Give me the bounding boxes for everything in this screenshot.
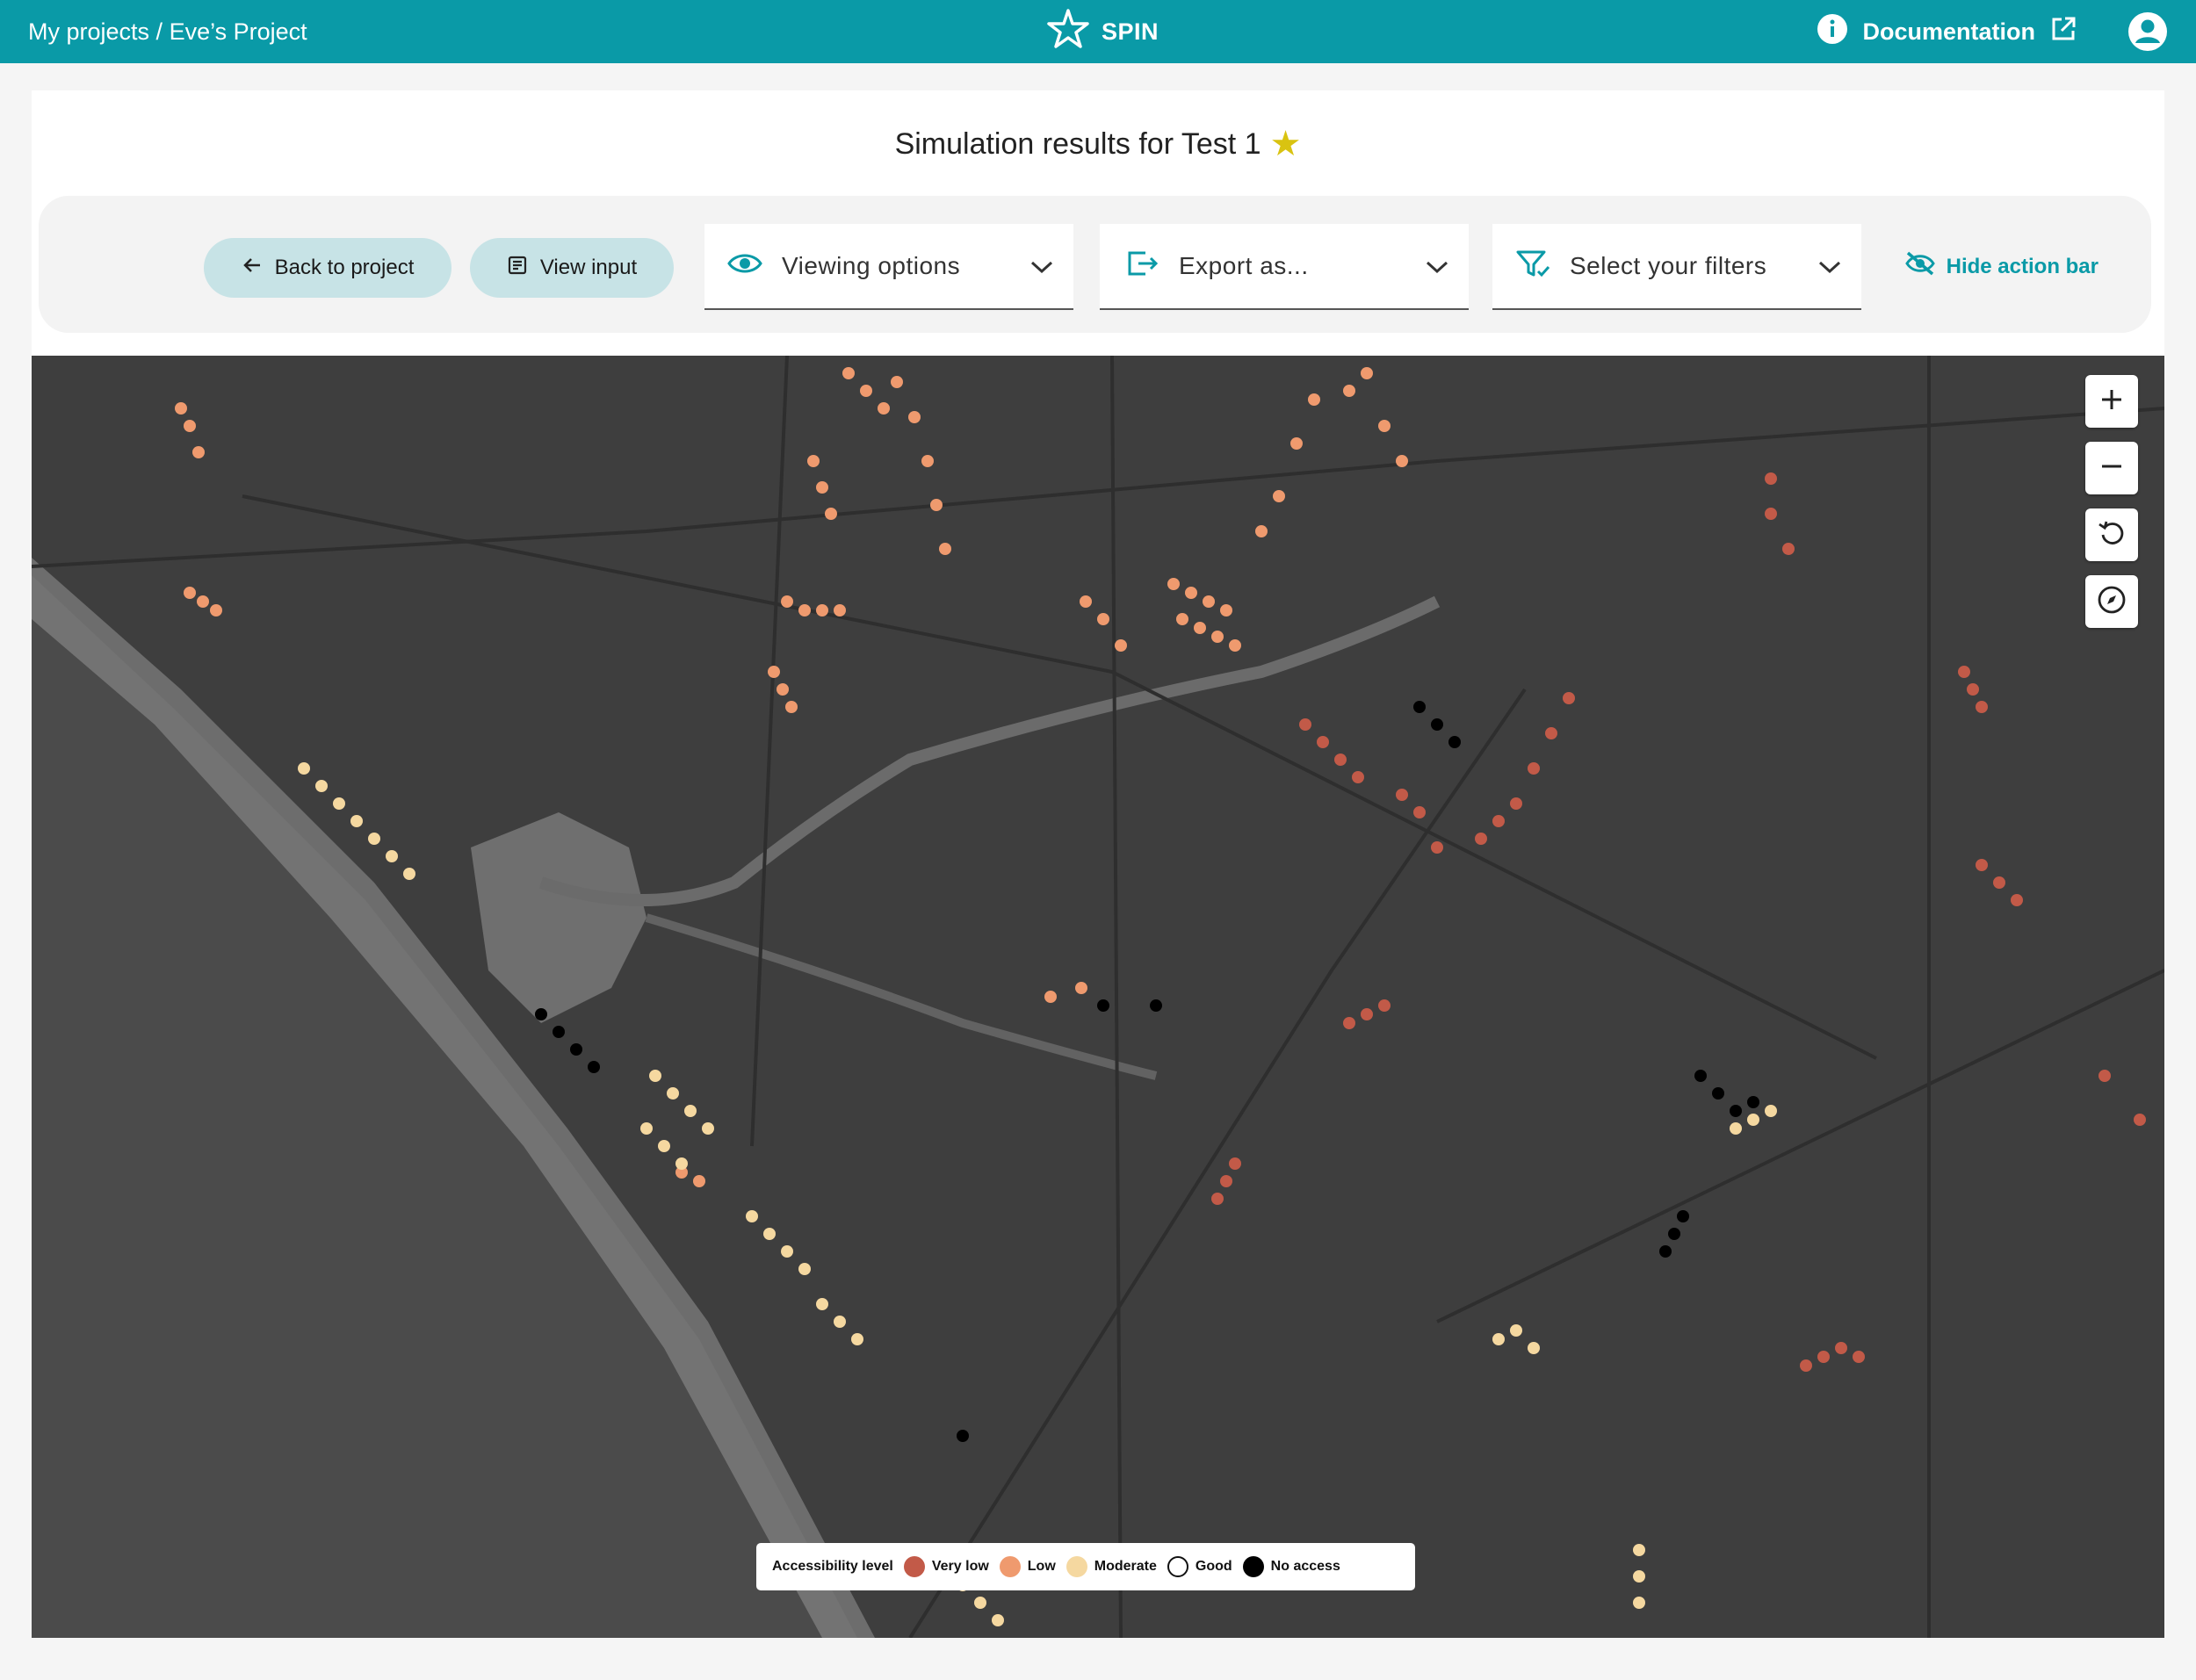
legend-label: Low	[1027, 1559, 1056, 1574]
export-dropdown[interactable]: Export as...	[1100, 224, 1469, 310]
map-view[interactable]: Accessibility level Very low Low Moderat…	[32, 356, 2164, 1638]
account-button[interactable]	[2127, 11, 2168, 52]
legend-swatch	[1065, 1556, 1087, 1577]
filter-check-icon	[1515, 249, 1550, 285]
legend-swatch	[903, 1556, 925, 1577]
reset-rotation-button[interactable]	[2085, 508, 2138, 561]
breadcrumb-separator: /	[149, 18, 170, 45]
plus-icon	[2098, 386, 2125, 417]
arrow-left-icon	[242, 255, 263, 282]
legend-label: Very low	[931, 1559, 989, 1574]
back-to-project-label: Back to project	[274, 256, 415, 279]
page-title-row: Simulation results for Test 1 ★	[32, 124, 2164, 164]
chevron-down-icon	[1029, 254, 1054, 282]
user-avatar-icon	[2127, 12, 2168, 55]
legend-item-low: Low	[999, 1556, 1056, 1577]
breadcrumb-current: Eve’s Project	[169, 18, 307, 45]
eye-off-icon	[1904, 250, 1936, 283]
chevron-down-icon	[1425, 254, 1449, 282]
action-bar: Back to project View input Viewing optio…	[39, 196, 2151, 333]
legend-swatch	[1167, 1556, 1188, 1577]
map-legend: Accessibility level Very low Low Moderat…	[756, 1543, 1415, 1590]
hide-action-bar-button[interactable]: Hide action bar	[1904, 250, 2098, 283]
zoom-in-button[interactable]	[2085, 375, 2138, 428]
documentation-link[interactable]: Documentation	[1817, 0, 2077, 63]
documentation-label: Documentation	[1862, 18, 2035, 45]
zoom-out-button[interactable]	[2085, 442, 2138, 494]
back-to-project-button[interactable]: Back to project	[204, 238, 451, 298]
compass-icon	[2097, 585, 2127, 619]
spin-logo-icon	[1045, 8, 1091, 55]
brand-name: SPIN	[1102, 18, 1159, 45]
rotate-icon	[2097, 518, 2127, 552]
legend-label: No access	[1270, 1559, 1340, 1574]
breadcrumb-my-projects[interactable]: My projects	[28, 18, 149, 45]
page-title: Simulation results for Test 1	[894, 127, 1261, 161]
export-label: Export as...	[1179, 252, 1309, 279]
view-input-label: View input	[539, 256, 638, 279]
breadcrumb: My projects / Eve’s Project	[28, 0, 307, 63]
app-logo[interactable]: SPIN	[1045, 0, 1159, 63]
external-link-icon	[2049, 15, 2077, 49]
legend-item-moderate: Moderate	[1065, 1556, 1157, 1577]
minus-icon	[2098, 453, 2125, 484]
chevron-down-icon	[1817, 254, 1842, 282]
eye-icon	[727, 250, 762, 283]
hide-action-bar-label: Hide action bar	[1946, 254, 2098, 278]
favorite-star-icon[interactable]: ★	[1270, 125, 1302, 163]
legend-title: Accessibility level	[772, 1559, 893, 1574]
view-input-button[interactable]: View input	[470, 238, 674, 298]
info-icon	[1817, 13, 1848, 51]
filters-label: Select your filters	[1570, 252, 1767, 279]
legend-swatch	[999, 1556, 1021, 1577]
legend-item-very-low: Very low	[903, 1556, 989, 1577]
legend-label: Moderate	[1094, 1559, 1157, 1574]
results-panel: Simulation results for Test 1 ★ Back to p…	[32, 90, 2164, 1638]
accessibility-points-layer	[175, 367, 2146, 1626]
legend-swatch	[1242, 1556, 1264, 1577]
compass-button[interactable]	[2085, 575, 2138, 628]
legend-item-good: Good	[1167, 1556, 1232, 1577]
filters-dropdown[interactable]: Select your filters	[1492, 224, 1861, 310]
top-bar: My projects / Eve’s Project SPIN Documen…	[0, 0, 2196, 63]
export-icon	[1126, 249, 1159, 284]
document-list-icon	[507, 255, 528, 282]
viewing-options-label: Viewing options	[782, 252, 961, 279]
viewing-options-dropdown[interactable]: Viewing options	[704, 224, 1073, 310]
legend-item-no-access: No access	[1242, 1556, 1340, 1577]
legend-label: Good	[1195, 1559, 1232, 1574]
